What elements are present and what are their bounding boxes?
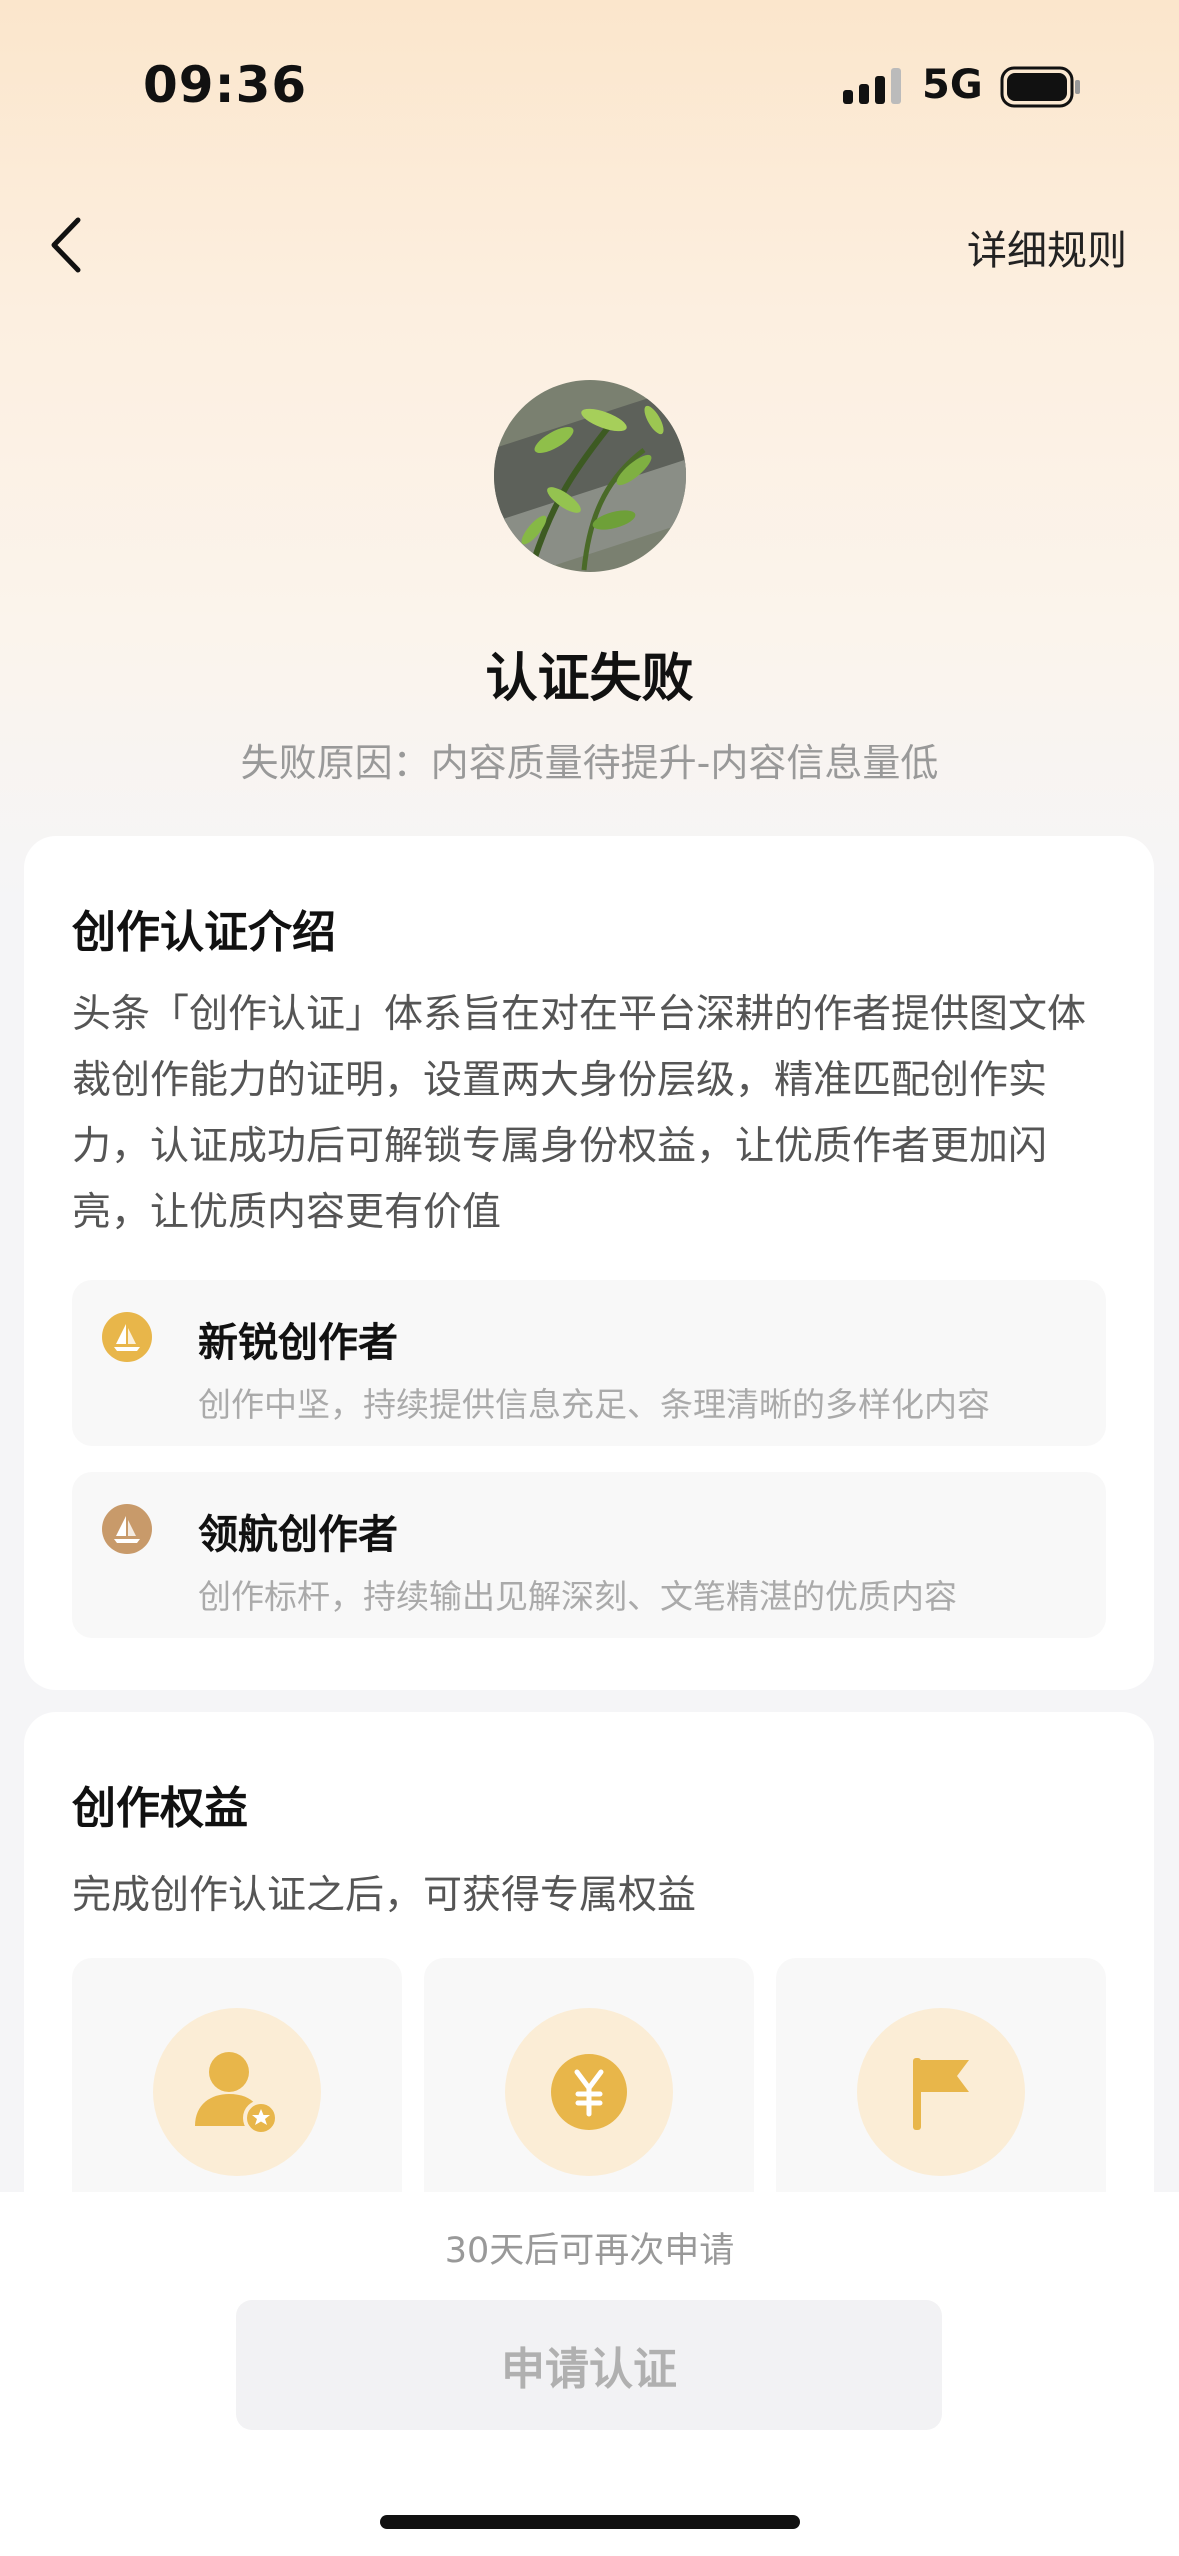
user-star-icon [195, 2052, 279, 2136]
intro-card: 创作认证介绍 头条「创作认证」体系旨在对在平台深耕的作者提供图文体裁创作能力的证… [24, 836, 1154, 1690]
battery-icon [1000, 66, 1080, 108]
avatar [494, 380, 686, 572]
level-description: 创作标杆，持续输出见解深刻、文笔精湛的优质内容 [198, 1577, 957, 1616]
level-item-rising-creator: 新锐创作者 创作中坚，持续提供信息充足、条理清晰的多样化内容 [72, 1280, 1106, 1446]
flag-icon [913, 2058, 969, 2130]
reapply-note: 30天后可再次申请 [444, 2231, 735, 2271]
yuan-coin-icon [551, 2054, 627, 2130]
level-name: 新锐创作者 [198, 1320, 398, 1366]
chevron-left-icon [51, 217, 81, 273]
sailboat-gold-icon [102, 1312, 152, 1362]
sailboat-bronze-icon [102, 1504, 152, 1554]
failure-reason: 失败原因：内容质量待提升-内容信息量低 [240, 741, 939, 785]
back-button[interactable] [40, 210, 100, 280]
status-bar: 09:36 5G [0, 0, 1179, 170]
status-time: 09:36 [143, 56, 308, 114]
bottom-action-bar: 30天后可再次申请 申请认证 [0, 2192, 1179, 2556]
avatar-image [494, 380, 686, 572]
level-item-leading-creator: 领航创作者 创作标杆，持续输出见解深刻、文笔精湛的优质内容 [72, 1472, 1106, 1638]
rights-card-title: 创作权益 [72, 1783, 248, 1834]
level-name: 领航创作者 [198, 1512, 398, 1558]
detailed-rules-link[interactable]: 详细规则 [967, 218, 1127, 276]
intro-description: 头条「创作认证」体系旨在对在平台深耕的作者提供图文体裁创作能力的证明，设置两大身… [72, 992, 1087, 1235]
nav-bar: 详细规则 [0, 190, 1179, 300]
signal-bars-icon [843, 68, 901, 104]
verification-status-title: 认证失败 [485, 649, 694, 709]
rights-subtitle: 完成创作认证之后，可获得专属权益 [72, 1873, 697, 1918]
home-indicator[interactable] [380, 2515, 800, 2529]
intro-card-title: 创作认证介绍 [72, 907, 336, 958]
apply-verification-button[interactable]: 申请认证 [236, 2300, 942, 2430]
level-description: 创作中坚，持续提供信息充足、条理清晰的多样化内容 [198, 1385, 990, 1424]
network-label: 5G [922, 62, 983, 108]
